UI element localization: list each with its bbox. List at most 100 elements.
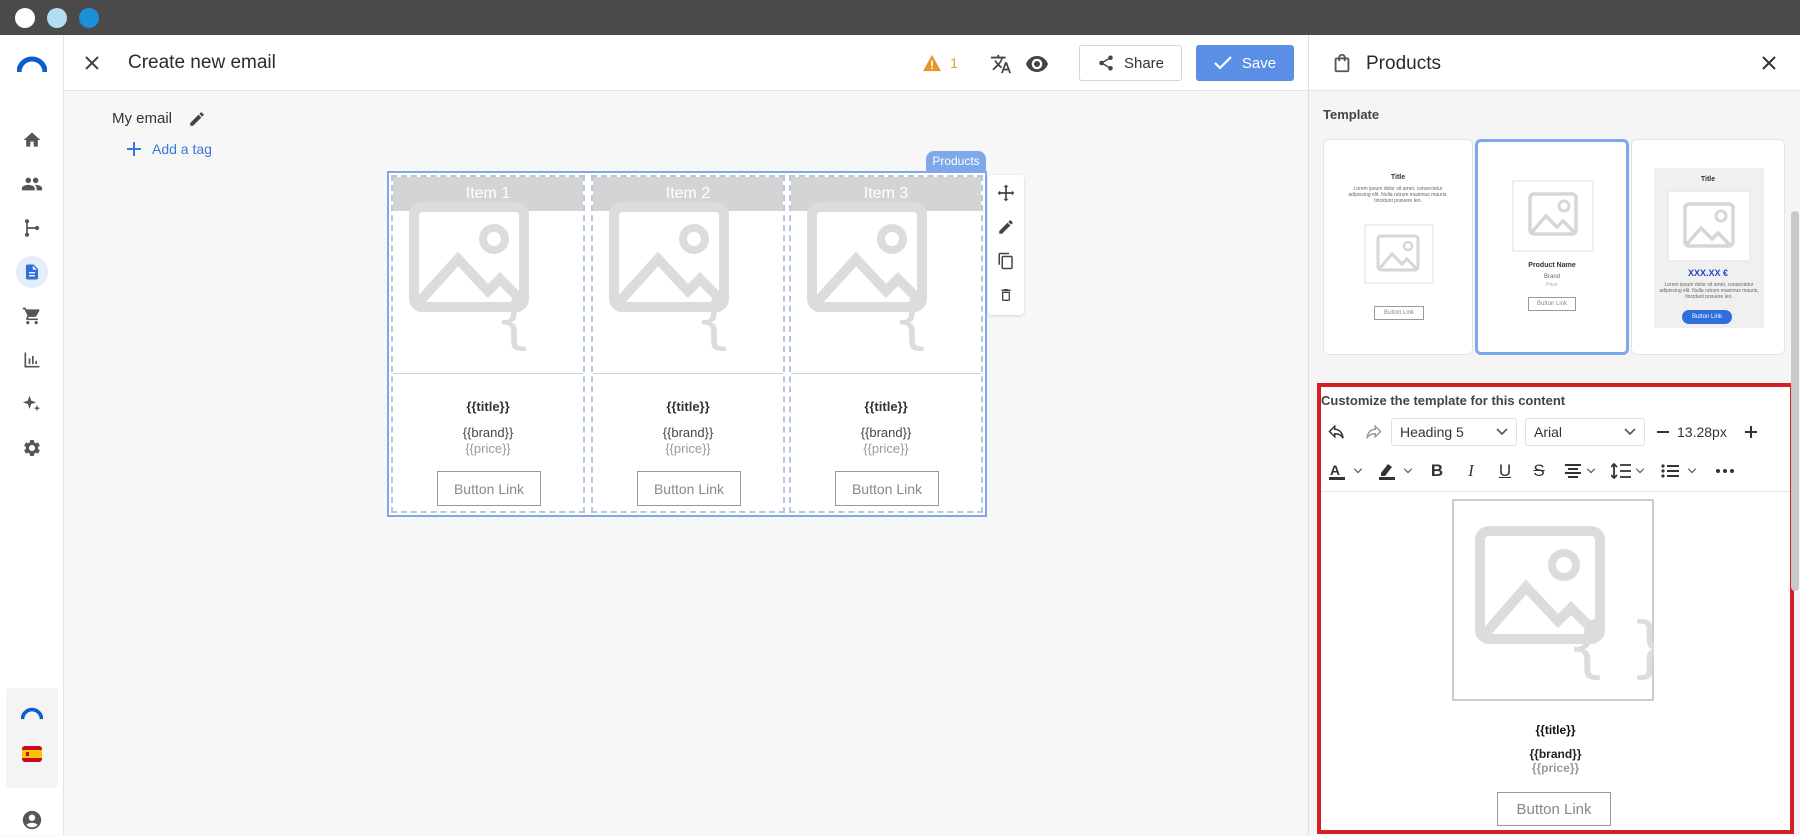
- translate-icon[interactable]: [988, 51, 1014, 77]
- highlight-color-control[interactable]: [1375, 459, 1415, 483]
- image-placeholder-icon: { }: [807, 202, 956, 351]
- bullet-list-icon: [1661, 464, 1679, 478]
- font-family-select[interactable]: Arial: [1525, 418, 1645, 446]
- cart-icon[interactable]: [16, 300, 48, 332]
- sidebar: [0, 35, 64, 835]
- template-product-name: Product Name: [1528, 262, 1576, 269]
- template-button: Button Link: [1374, 306, 1424, 320]
- statistics-icon[interactable]: [16, 344, 48, 376]
- item-price: {{price}}: [863, 441, 909, 456]
- template-option-2-selected[interactable]: Product Name Brand Price Button Link: [1475, 139, 1629, 355]
- item-title: {{title}}: [864, 399, 908, 414]
- add-tag-link[interactable]: Add a tag: [126, 141, 212, 157]
- template-option-1[interactable]: Title Lorem ipsum dolor sit amet, consec…: [1323, 139, 1473, 355]
- item-button-link[interactable]: Button Link: [637, 471, 741, 506]
- share-button[interactable]: Share: [1079, 45, 1182, 81]
- add-tag-label: Add a tag: [152, 141, 212, 157]
- more-options-icon[interactable]: [1713, 459, 1737, 483]
- line-height-control[interactable]: [1609, 459, 1647, 483]
- share-icon: [1099, 55, 1113, 71]
- highlighter-icon: [1379, 464, 1395, 480]
- window-close-dot[interactable]: [15, 8, 35, 28]
- template-image-icon: [1364, 224, 1434, 284]
- chevron-down-icon: [1624, 428, 1636, 436]
- text-color-control[interactable]: A: [1325, 459, 1365, 483]
- customize-label: Customize the template for this content: [1321, 393, 1566, 408]
- product-item-2[interactable]: Item 2 { } {{title}} {{brand}} {{price}}…: [591, 175, 785, 513]
- font-family-value: Arial: [1534, 424, 1563, 440]
- block-toolbar: [988, 175, 1024, 315]
- delete-trash-icon[interactable]: [994, 283, 1018, 307]
- item-price: {{price}}: [465, 441, 511, 456]
- contacts-icon[interactable]: [16, 168, 48, 200]
- preview-brand[interactable]: {{brand}}: [1321, 747, 1790, 761]
- panel-header: Products: [1309, 35, 1800, 91]
- panel-scrollbar[interactable]: [1791, 211, 1799, 591]
- page-title: Create new email: [128, 52, 276, 73]
- products-block[interactable]: Item 1 { } {{title}} {{brand}} {{price}}…: [387, 171, 987, 517]
- item-brand: {{brand}}: [662, 425, 714, 440]
- svg-text:{ }: { }: [1566, 608, 1654, 685]
- preview-image-placeholder[interactable]: { }: [1452, 499, 1654, 701]
- duplicate-icon[interactable]: [994, 249, 1018, 273]
- text-align-control[interactable]: [1561, 459, 1599, 483]
- list-control[interactable]: [1657, 459, 1701, 483]
- font-size-increase-icon[interactable]: [1741, 421, 1761, 443]
- font-size-decrease-icon[interactable]: [1653, 421, 1673, 443]
- home-icon[interactable]: [16, 124, 48, 156]
- chevron-down-icon: [1496, 428, 1508, 436]
- save-button[interactable]: Save: [1196, 45, 1294, 81]
- close-editor-icon[interactable]: [80, 51, 104, 75]
- toolbar-divider: [1321, 491, 1790, 492]
- item-button-link[interactable]: Button Link: [437, 471, 541, 506]
- preview-button-link[interactable]: Button Link: [1497, 792, 1611, 826]
- chevron-down-icon: [1403, 468, 1413, 474]
- edit-name-pencil-icon[interactable]: [186, 108, 208, 130]
- campaigns-icon[interactable]: [16, 256, 48, 288]
- template-label: Template: [1323, 107, 1380, 122]
- template-body: Lorem ipsum dolor sit amet, consectetur …: [1659, 282, 1759, 300]
- settings-gear-icon[interactable]: [16, 432, 48, 464]
- edit-pencil-icon[interactable]: [994, 215, 1018, 239]
- share-label: Share: [1123, 54, 1165, 72]
- product-item-1[interactable]: Item 1 { } {{title}} {{brand}} {{price}}…: [391, 175, 585, 513]
- plus-icon: [127, 142, 141, 156]
- warning-count: 1: [950, 55, 958, 71]
- image-placeholder-icon: { }: [409, 202, 558, 351]
- product-item-3[interactable]: Item 3 { } {{title}} {{brand}} {{price}}…: [789, 175, 983, 513]
- bold-icon[interactable]: B: [1425, 459, 1449, 483]
- underline-icon[interactable]: U: [1493, 459, 1517, 483]
- automation-icon[interactable]: [16, 212, 48, 244]
- italic-icon[interactable]: I: [1459, 459, 1483, 483]
- brand-logo[interactable]: [16, 49, 48, 81]
- user-account-icon[interactable]: [16, 804, 48, 836]
- products-block-badge[interactable]: Products: [926, 151, 986, 171]
- divider: [593, 373, 783, 374]
- heading-style-select[interactable]: Heading 5: [1391, 418, 1517, 446]
- preview-eye-icon[interactable]: [1024, 51, 1050, 77]
- move-icon[interactable]: [994, 181, 1018, 205]
- window-maximize-dot[interactable]: [79, 8, 99, 28]
- close-panel-icon[interactable]: [1759, 53, 1779, 73]
- window-minimize-dot[interactable]: [47, 8, 67, 28]
- warnings-indicator[interactable]: 1: [914, 52, 966, 74]
- item-button-link[interactable]: Button Link: [835, 471, 939, 506]
- undo-icon[interactable]: [1325, 421, 1349, 445]
- spain-flag-icon[interactable]: [16, 738, 48, 770]
- font-size-value[interactable]: 13.28px: [1677, 424, 1727, 440]
- preview-price[interactable]: {{price}}: [1321, 761, 1790, 775]
- customize-template-section: Customize the template for this content …: [1317, 383, 1794, 834]
- redo-icon[interactable]: [1361, 421, 1385, 445]
- brand-badge-icon[interactable]: [16, 698, 48, 730]
- ai-sparkle-icon[interactable]: [16, 388, 48, 420]
- divider: [393, 373, 583, 374]
- chevron-down-icon: [1687, 468, 1697, 474]
- svg-text:{ }: { }: [494, 283, 558, 351]
- strikethrough-icon[interactable]: S: [1527, 459, 1551, 483]
- preview-title[interactable]: {{title}}: [1321, 723, 1790, 737]
- panel-title: Products: [1366, 53, 1441, 74]
- chevron-down-icon: [1353, 468, 1363, 474]
- email-name: My email: [112, 110, 173, 127]
- template-option-3[interactable]: Title XXX.XX € Lorem ipsum dolor sit ame…: [1631, 139, 1785, 355]
- heading-style-value: Heading 5: [1400, 424, 1464, 440]
